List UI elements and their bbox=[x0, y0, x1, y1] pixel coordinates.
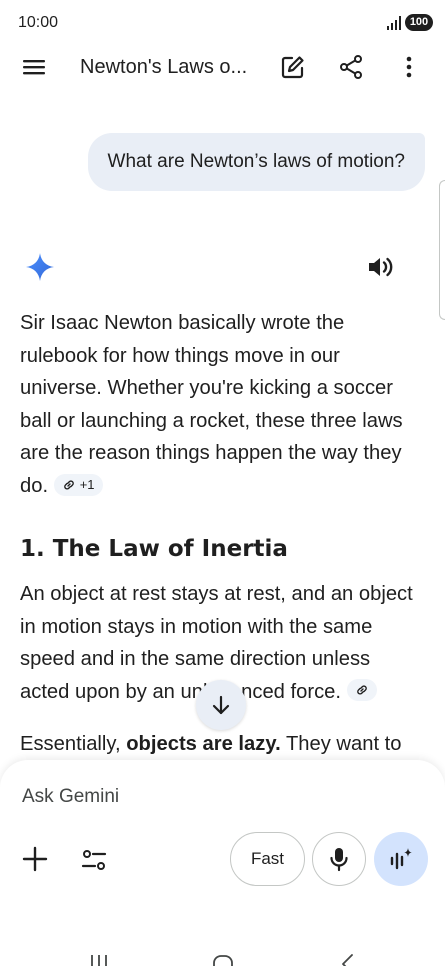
menu-icon[interactable] bbox=[22, 55, 46, 79]
link-icon bbox=[64, 480, 74, 490]
chat-title[interactable]: Newton's Laws o... bbox=[80, 56, 247, 79]
source-chip-count: +1 bbox=[79, 476, 95, 492]
mode-fast-button[interactable]: Fast bbox=[230, 832, 305, 886]
speaker-icon[interactable] bbox=[366, 254, 394, 280]
para3-prefix: Essentially, bbox=[20, 733, 127, 755]
scroll-handle[interactable] bbox=[439, 180, 445, 320]
app-bar: Newton's Laws o... bbox=[0, 44, 445, 90]
source-chip[interactable]: +1 bbox=[54, 473, 103, 496]
para3-bold: objects are lazy. bbox=[126, 733, 281, 755]
gemini-live-button[interactable] bbox=[374, 832, 428, 886]
status-time: 10:00 bbox=[18, 14, 59, 31]
response-intro: Sir Isaac Newton basically wrote the rul… bbox=[20, 307, 420, 503]
para3-suffix: They want to bbox=[280, 733, 402, 755]
screen: 10:00 100 Newton's Laws o... What are Ne… bbox=[0, 0, 445, 966]
nav-back-icon[interactable] bbox=[340, 953, 356, 966]
gemini-sparkle-icon bbox=[26, 253, 54, 281]
scroll-down-button[interactable] bbox=[196, 680, 246, 730]
link-icon bbox=[357, 685, 367, 695]
status-bar: 10:00 100 bbox=[0, 0, 445, 48]
section-heading: 1. The Law of Inertia bbox=[20, 536, 288, 562]
explanation-paragraph: Essentially, objects are lazy. They want… bbox=[20, 728, 425, 761]
plus-icon[interactable] bbox=[22, 846, 48, 872]
mic-icon bbox=[330, 848, 348, 872]
arrow-down-icon bbox=[212, 695, 230, 715]
source-chip-link[interactable] bbox=[347, 679, 377, 702]
mic-button[interactable] bbox=[312, 832, 366, 886]
ask-gemini-input[interactable]: Ask Gemini bbox=[22, 786, 119, 808]
composer-panel: Ask Gemini Fast bbox=[0, 760, 445, 966]
nav-home-icon[interactable] bbox=[212, 954, 234, 966]
user-message-bubble: What are Newton’s laws of motion? bbox=[87, 133, 425, 191]
live-waveform-icon bbox=[390, 848, 412, 870]
response-intro-text: Sir Isaac Newton basically wrote the rul… bbox=[20, 312, 403, 497]
battery-indicator: 100 bbox=[405, 14, 433, 31]
edit-icon[interactable] bbox=[280, 54, 306, 80]
more-vert-icon[interactable] bbox=[396, 54, 422, 80]
nav-recents-icon[interactable] bbox=[88, 953, 110, 966]
share-icon[interactable] bbox=[338, 54, 364, 80]
signal-icon bbox=[387, 16, 401, 30]
tools-icon[interactable] bbox=[80, 846, 108, 874]
